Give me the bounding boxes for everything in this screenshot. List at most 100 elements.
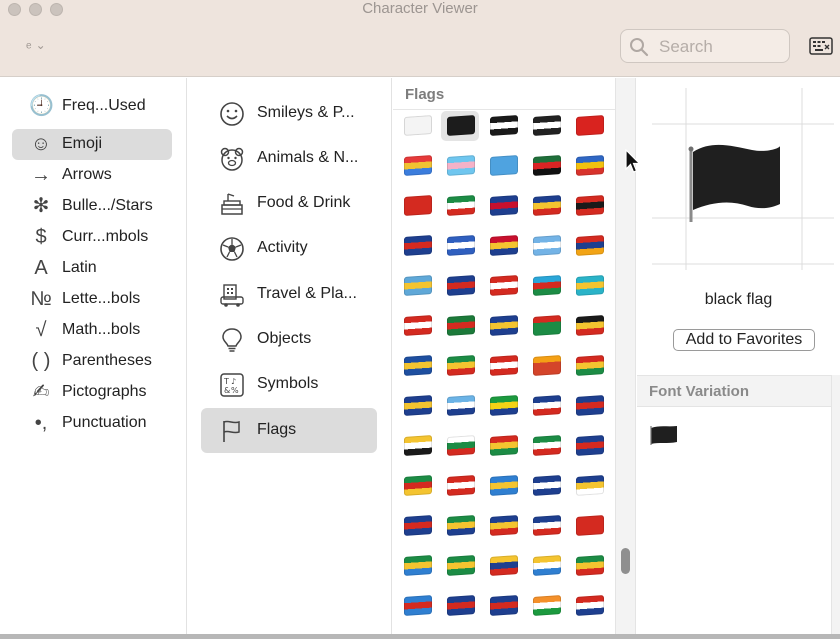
flag-emoji[interactable] xyxy=(490,395,518,416)
punctuation-icon: •, xyxy=(34,412,48,434)
add-to-favorites-button[interactable]: Add to Favorites xyxy=(673,329,815,351)
flag-emoji[interactable] xyxy=(404,395,432,416)
svg-text:T: T xyxy=(223,377,229,386)
search-icon xyxy=(630,38,649,57)
flag-emoji[interactable] xyxy=(404,315,432,336)
flag-emoji[interactable] xyxy=(404,555,432,576)
lightbulb-icon xyxy=(222,328,242,352)
bear-icon xyxy=(220,147,244,171)
flag-emoji[interactable] xyxy=(490,435,518,456)
flag-emoji[interactable] xyxy=(447,475,475,496)
sidebar-item-pictographs[interactable]: ✍ Pictographs xyxy=(12,377,172,408)
flag-emoji[interactable] xyxy=(533,515,561,536)
flag-emoji[interactable] xyxy=(404,355,432,376)
flag-emoji[interactable] xyxy=(533,115,561,136)
flag-emoji[interactable] xyxy=(447,595,475,616)
flag-emoji[interactable] xyxy=(533,435,561,456)
flag-icon xyxy=(223,420,240,442)
flag-emoji[interactable] xyxy=(490,515,518,536)
flag-emoji[interactable] xyxy=(576,435,604,456)
flag-emoji[interactable] xyxy=(576,355,604,376)
search-input[interactable]: Search xyxy=(659,37,713,57)
flag-emoji[interactable] xyxy=(447,555,475,576)
category-animals-n[interactable]: Animals & N... xyxy=(201,136,377,181)
flag-emoji[interactable] xyxy=(404,115,432,136)
flag-emoji[interactable] xyxy=(576,475,604,496)
flag-emoji[interactable] xyxy=(404,435,432,456)
flag-emoji[interactable] xyxy=(533,595,561,616)
flag-emoji[interactable] xyxy=(404,515,432,536)
flag-emoji[interactable] xyxy=(533,155,561,176)
flag-emoji[interactable] xyxy=(490,355,518,376)
flag-emoji[interactable] xyxy=(447,435,475,456)
flag-emoji[interactable] xyxy=(404,475,432,496)
flag-emoji[interactable] xyxy=(447,155,475,176)
flag-emoji[interactable] xyxy=(490,475,518,496)
flag-emoji[interactable] xyxy=(576,515,604,536)
flag-emoji[interactable] xyxy=(533,355,561,376)
search-field[interactable]: Search xyxy=(620,29,790,63)
flag-emoji[interactable] xyxy=(576,595,604,616)
sidebar-item-math-bols[interactable]: √ Math...bols xyxy=(12,315,172,346)
flag-emoji[interactable] xyxy=(404,155,432,176)
flag-emoji[interactable] xyxy=(490,275,518,296)
black-flag-variation[interactable] xyxy=(649,424,679,446)
category-objects[interactable]: Objects xyxy=(201,317,377,362)
flag-emoji[interactable] xyxy=(490,555,518,576)
keyboard-viewer-icon[interactable] xyxy=(809,37,833,55)
flag-emoji[interactable] xyxy=(447,115,475,136)
flag-emoji[interactable] xyxy=(533,475,561,496)
flag-emoji[interactable] xyxy=(447,395,475,416)
flag-emoji[interactable] xyxy=(576,555,604,576)
flag-emoji[interactable] xyxy=(533,195,561,216)
star-icon: ✻ xyxy=(32,195,50,217)
flag-emoji[interactable] xyxy=(576,315,604,336)
flag-emoji[interactable] xyxy=(404,275,432,296)
flag-emoji[interactable] xyxy=(404,235,432,256)
flag-emoji[interactable] xyxy=(447,195,475,216)
flag-emoji[interactable] xyxy=(576,395,604,416)
sidebar-item-label: Punctuation xyxy=(62,414,147,431)
category-flags[interactable]: Flags xyxy=(201,408,377,453)
flag-emoji[interactable] xyxy=(533,315,561,336)
flag-emoji[interactable] xyxy=(576,235,604,256)
sidebar-item-curr-mbols[interactable]: $ Curr...mbols xyxy=(12,222,172,253)
flag-emoji[interactable] xyxy=(490,195,518,216)
flag-emoji[interactable] xyxy=(490,155,518,176)
flag-emoji[interactable] xyxy=(447,515,475,536)
scrollbar-thumb[interactable] xyxy=(621,548,630,574)
flag-emoji[interactable] xyxy=(404,195,432,216)
category-food-drink[interactable]: Food & Drink xyxy=(201,181,377,226)
flag-emoji[interactable] xyxy=(447,275,475,296)
flag-emoji[interactable] xyxy=(576,275,604,296)
flag-emoji[interactable] xyxy=(576,115,604,136)
sidebar-item-freq-used[interactable]: 🕘 Freq...Used xyxy=(12,91,172,122)
category-activity[interactable]: Activity xyxy=(201,226,377,271)
category-smileys-p[interactable]: Smileys & P... xyxy=(201,91,377,136)
category-symbols[interactable]: T ♪ &% Symbols xyxy=(201,362,377,407)
flag-emoji[interactable] xyxy=(404,595,432,616)
sidebar-item-punctuation[interactable]: •, Punctuation xyxy=(12,408,172,439)
flag-emoji[interactable] xyxy=(533,275,561,296)
sidebar-item-lette-bols[interactable]: № Lette...bols xyxy=(12,284,172,315)
flag-emoji[interactable] xyxy=(533,395,561,416)
sidebar-item-latin[interactable]: A Latin xyxy=(12,253,172,284)
flag-emoji[interactable] xyxy=(576,195,604,216)
sidebar-item-label: Emoji xyxy=(62,135,103,152)
flag-emoji[interactable] xyxy=(576,155,604,176)
flag-emoji[interactable] xyxy=(490,235,518,256)
flag-emoji[interactable] xyxy=(490,315,518,336)
font-selector-button[interactable]: e ⌄ xyxy=(26,38,46,52)
flag-emoji[interactable] xyxy=(533,555,561,576)
flag-emoji[interactable] xyxy=(447,235,475,256)
sidebar-item-parentheses[interactable]: ( ) Parentheses xyxy=(12,346,172,377)
sidebar-item-emoji[interactable]: ☺ Emoji xyxy=(12,129,172,160)
flag-emoji[interactable] xyxy=(447,355,475,376)
flag-emoji[interactable] xyxy=(533,235,561,256)
flag-emoji[interactable] xyxy=(490,595,518,616)
flag-emoji[interactable] xyxy=(490,115,518,136)
category-travel-pla[interactable]: Travel & Pla... xyxy=(201,272,377,317)
sidebar-item-arrows[interactable]: → Arrows xyxy=(12,160,172,191)
flag-emoji[interactable] xyxy=(447,315,475,336)
sidebar-item-bulle-stars[interactable]: ✻ Bulle.../Stars xyxy=(12,191,172,222)
